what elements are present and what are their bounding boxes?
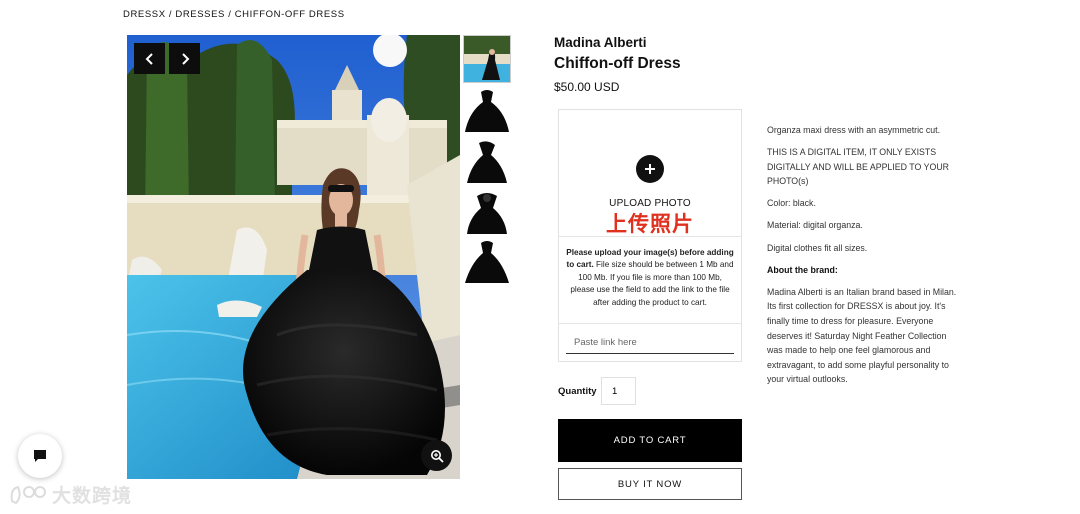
thumbnail-2[interactable] — [463, 86, 511, 134]
quantity-label: Quantity — [558, 386, 597, 397]
divider — [559, 323, 741, 324]
plus-icon — [645, 164, 655, 174]
zoom-button[interactable] — [421, 440, 452, 471]
product-brand[interactable]: Madina Alberti — [554, 35, 647, 50]
upload-instructions: Please upload your image(s) before addin… — [565, 247, 735, 309]
description-fit: Digital clothes fit all sizes. — [767, 242, 868, 253]
breadcrumb-separator: / — [225, 9, 235, 20]
gallery-prev-button[interactable] — [134, 43, 165, 74]
thumbnail-3[interactable] — [463, 137, 511, 185]
chevron-right-icon — [181, 52, 189, 65]
thumbnail-1[interactable] — [463, 35, 511, 83]
chat-bubble-icon — [34, 450, 46, 462]
product-title: Chiffon-off Dress — [554, 55, 681, 72]
chat-button[interactable] — [18, 434, 62, 478]
product-price: $50.00 USD — [554, 80, 620, 94]
watermark-text: 大数跨境 — [52, 486, 133, 507]
breadcrumb-item-current: CHIFFON-OFF DRESS — [234, 9, 345, 20]
upload-panel: UPLOAD PHOTO 上传照片 Please upload your ima… — [558, 109, 742, 362]
file-link-input[interactable] — [566, 332, 734, 354]
add-to-cart-button[interactable]: ADD TO CART — [558, 419, 742, 462]
breadcrumb: DRESSX / DRESSES / CHIFFON-OFF DRESS — [123, 9, 345, 20]
thumbnail-4[interactable] — [463, 188, 511, 236]
thumbnail-5[interactable] — [463, 239, 511, 287]
upload-photo-area[interactable]: UPLOAD PHOTO 上传照片 — [559, 110, 741, 237]
watermark: 大数跨境 — [8, 481, 132, 508]
breadcrumb-item-dressx[interactable]: DRESSX — [123, 9, 166, 20]
thumbnail-image — [464, 36, 510, 82]
thumbnail-image — [463, 86, 511, 134]
zoom-in-icon — [430, 449, 444, 463]
chevron-left-icon — [145, 52, 153, 65]
thumbnail-image — [463, 137, 511, 185]
description-intro: Organza maxi dress with an asymmetric cu… — [767, 125, 941, 135]
thumbnail-list — [463, 35, 512, 290]
upload-photo-label-cn: 上传照片 — [606, 213, 694, 236]
description-color: Color: black. — [767, 198, 816, 209]
product-photo-illustration — [127, 35, 460, 479]
thumbnail-image — [463, 239, 511, 287]
upload-button[interactable] — [636, 155, 664, 183]
breadcrumb-separator: / — [165, 9, 176, 20]
thumbnail-image — [463, 188, 511, 236]
about-brand-heading: About the brand: — [767, 264, 838, 275]
description-material: Material: digital organza. — [767, 220, 863, 231]
watermark-logo-icon — [10, 485, 46, 504]
about-brand-text: Madina Alberti is an Italian brand based… — [767, 286, 957, 385]
upload-instructions-text: File size should be between 1 Mb and 100… — [570, 260, 734, 307]
breadcrumb-item-dresses[interactable]: DRESSES — [175, 9, 225, 20]
product-main-image[interactable] — [127, 35, 460, 479]
buy-it-now-button[interactable]: BUY IT NOW — [558, 468, 742, 500]
gallery-next-button[interactable] — [169, 43, 200, 74]
description-digital-notice: THIS IS A DIGITAL ITEM, IT ONLY EXISTS D… — [767, 147, 950, 187]
quantity-input[interactable] — [601, 377, 636, 405]
product-description: Organza maxi dress with an asymmetric cu… — [767, 123, 957, 394]
